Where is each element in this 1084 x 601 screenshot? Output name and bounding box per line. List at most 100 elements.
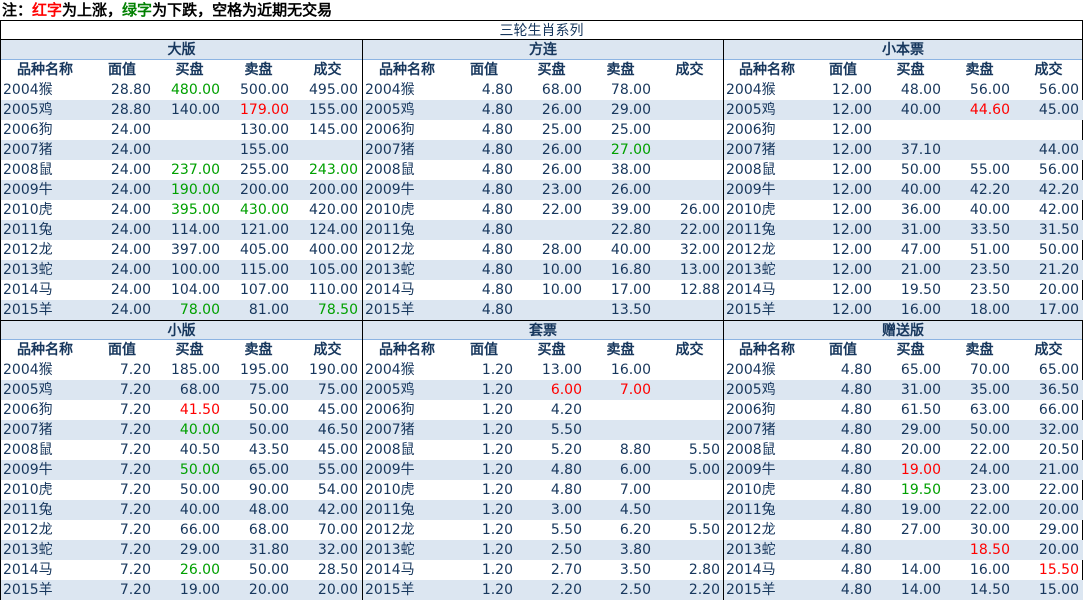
table-row: 2009牛 12.00 40.00 42.20 42.20 bbox=[724, 180, 1083, 200]
table-row: 2013蛇 24.00 100.00 115.00 105.00 bbox=[1, 260, 362, 280]
cell-sell: 27.00 bbox=[586, 140, 655, 160]
cell-deal: 36.50 bbox=[1014, 380, 1083, 400]
cell-deal: 75.00 bbox=[293, 380, 362, 400]
cell-buy: 19.50 bbox=[900, 482, 941, 498]
cell-deal: 22.00 bbox=[655, 220, 724, 240]
column-header: 买盘 bbox=[896, 62, 925, 78]
table-row: 2007猪 4.80 29.00 50.00 32.00 bbox=[724, 420, 1083, 440]
cell-buy: 5.20 bbox=[550, 442, 582, 458]
cell-deal: 145.00 bbox=[309, 122, 358, 138]
cell-buy: 397.00 bbox=[171, 242, 220, 258]
cell-face: 12.00 bbox=[810, 180, 876, 200]
cell-sell: 39.00 bbox=[610, 202, 651, 218]
table-row: 2014马 7.20 26.00 50.00 28.50 bbox=[1, 560, 362, 580]
table-row: 2011兔 4.80 19.00 22.00 20.00 bbox=[724, 500, 1083, 520]
cell-buy: 14.00 bbox=[900, 562, 941, 578]
cell-face: 4.80 bbox=[840, 482, 872, 498]
cell-sell: 6.00 bbox=[586, 460, 655, 480]
cell-sell: 68.00 bbox=[248, 522, 289, 538]
table-row: 2011兔 7.20 40.00 48.00 42.00 bbox=[1, 500, 362, 520]
cell-name: 2011兔 bbox=[1, 220, 89, 240]
cell-face: 12.00 bbox=[810, 300, 876, 320]
table-row: 2015羊 12.00 16.00 18.00 17.00 bbox=[724, 300, 1083, 320]
cell-buy: 100.00 bbox=[155, 260, 224, 280]
cell-name: 2011兔 bbox=[363, 500, 451, 520]
cell-buy: 29.00 bbox=[876, 420, 945, 440]
cell-deal: 20.00 bbox=[293, 580, 362, 600]
cell-face: 4.80 bbox=[810, 540, 876, 560]
cell-sell: 16.80 bbox=[586, 260, 655, 280]
cell-deal: 420.00 bbox=[309, 202, 358, 218]
note-green-word: 绿字 bbox=[122, 1, 153, 19]
cell-deal: 20.00 bbox=[1014, 500, 1083, 520]
column-header: 面值 bbox=[829, 62, 857, 78]
cell-deal: 5.50 bbox=[688, 522, 720, 538]
cell-deal: 56.00 bbox=[1038, 82, 1079, 98]
panel-title: 小本票 bbox=[724, 40, 1082, 60]
cell-name: 2013蛇 bbox=[724, 260, 810, 280]
cell-name: 2005鸡 bbox=[724, 380, 810, 400]
cell-buy: 22.00 bbox=[541, 202, 582, 218]
cell-sell: 78.00 bbox=[610, 82, 651, 98]
cell-name: 2007猪 bbox=[724, 420, 810, 440]
table-row: 2012龙 12.00 47.00 51.00 50.00 bbox=[724, 240, 1083, 260]
cell-sell bbox=[945, 140, 1014, 160]
cell-face: 12.00 bbox=[831, 202, 872, 218]
cell-sell: 29.00 bbox=[586, 100, 655, 120]
cell-buy: 40.00 bbox=[876, 180, 945, 200]
table-row: 2014马 12.00 19.50 23.50 20.00 bbox=[724, 280, 1083, 300]
cell-deal: 32.00 bbox=[293, 540, 362, 560]
cell-name: 2006狗 bbox=[365, 402, 415, 418]
cell-deal: 45.00 bbox=[317, 402, 358, 418]
cell-deal: 155.00 bbox=[293, 100, 362, 120]
cell-sell: 55.00 bbox=[969, 162, 1010, 178]
cell-buy: 31.00 bbox=[876, 380, 945, 400]
cell-name: 2012龙 bbox=[3, 242, 53, 258]
panel-title: 大版 bbox=[1, 40, 362, 60]
cell-deal: 124.00 bbox=[293, 220, 362, 240]
cell-deal bbox=[655, 540, 724, 560]
cell-name: 2005鸡 bbox=[363, 100, 451, 120]
cell-face: 7.20 bbox=[119, 562, 151, 578]
column-header: 成交 bbox=[675, 62, 704, 78]
cell-deal bbox=[655, 140, 724, 160]
cell-buy: 16.00 bbox=[876, 300, 945, 320]
cell-name: 2004猴 bbox=[3, 82, 53, 98]
table-row: 2004猴 4.80 65.00 70.00 65.00 bbox=[724, 360, 1083, 380]
cell-deal bbox=[655, 160, 724, 180]
cell-buy: 4.80 bbox=[550, 482, 582, 498]
cell-face: 1.20 bbox=[481, 482, 513, 498]
cell-name: 2013蛇 bbox=[363, 260, 451, 280]
cell-face: 4.80 bbox=[451, 220, 517, 240]
cell-face: 24.00 bbox=[89, 260, 155, 280]
cell-face: 12.00 bbox=[810, 140, 876, 160]
panel-title: 方连 bbox=[363, 40, 723, 60]
cell-sell: 4.50 bbox=[586, 500, 655, 520]
cell-name: 2013蛇 bbox=[1, 260, 89, 280]
table-row: 2006狗 12.00 bbox=[724, 120, 1083, 140]
column-header: 面值 bbox=[829, 342, 857, 358]
column-header: 卖盘 bbox=[606, 342, 635, 358]
cell-name: 2015羊 bbox=[363, 300, 451, 320]
cell-sell: 179.00 bbox=[224, 100, 293, 120]
cell-face: 24.00 bbox=[110, 202, 151, 218]
table-row: 2007猪 12.00 37.10 44.00 bbox=[724, 140, 1083, 160]
cell-buy: 21.00 bbox=[876, 260, 945, 280]
cell-name: 2009牛 bbox=[363, 460, 451, 480]
table-row: 2010虎 7.20 50.00 90.00 54.00 bbox=[1, 480, 362, 500]
cell-deal: 78.50 bbox=[293, 300, 362, 320]
panel-da-ban: 大版 品种名称 面值 买盘 卖盘 成交 2004猴 28.80 480.00 500.00 495.… bbox=[1, 40, 362, 320]
cell-sell: 22.00 bbox=[969, 442, 1010, 458]
cell-face: 24.00 bbox=[110, 122, 151, 138]
cell-deal: 65.00 bbox=[1038, 362, 1079, 378]
cell-name: 2004猴 bbox=[365, 362, 415, 378]
cell-name: 2008鼠 bbox=[3, 442, 53, 458]
table-row: 2009牛 1.20 4.80 6.00 5.00 bbox=[363, 460, 724, 480]
table-row: 2008鼠 24.00 237.00 255.00 243.00 bbox=[1, 160, 362, 180]
cell-buy: 26.00 bbox=[517, 100, 586, 120]
cell-name: 2014马 bbox=[726, 282, 776, 298]
cell-face: 1.20 bbox=[451, 540, 517, 560]
cell-buy bbox=[517, 220, 586, 240]
cell-name: 2014马 bbox=[3, 282, 53, 298]
cell-deal: 26.00 bbox=[679, 202, 720, 218]
